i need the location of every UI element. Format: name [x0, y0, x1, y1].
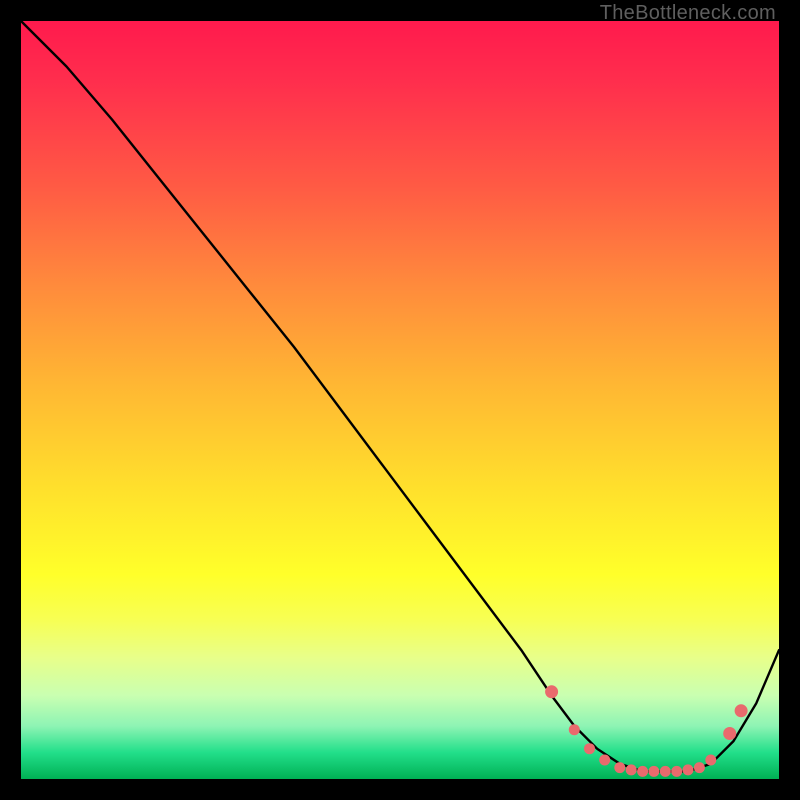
- curve-line: [21, 21, 779, 771]
- watermark-text: TheBottleneck.com: [600, 2, 776, 25]
- highlight-dots: [545, 685, 748, 777]
- chart-svg: [21, 21, 779, 779]
- chart-area: [21, 21, 779, 779]
